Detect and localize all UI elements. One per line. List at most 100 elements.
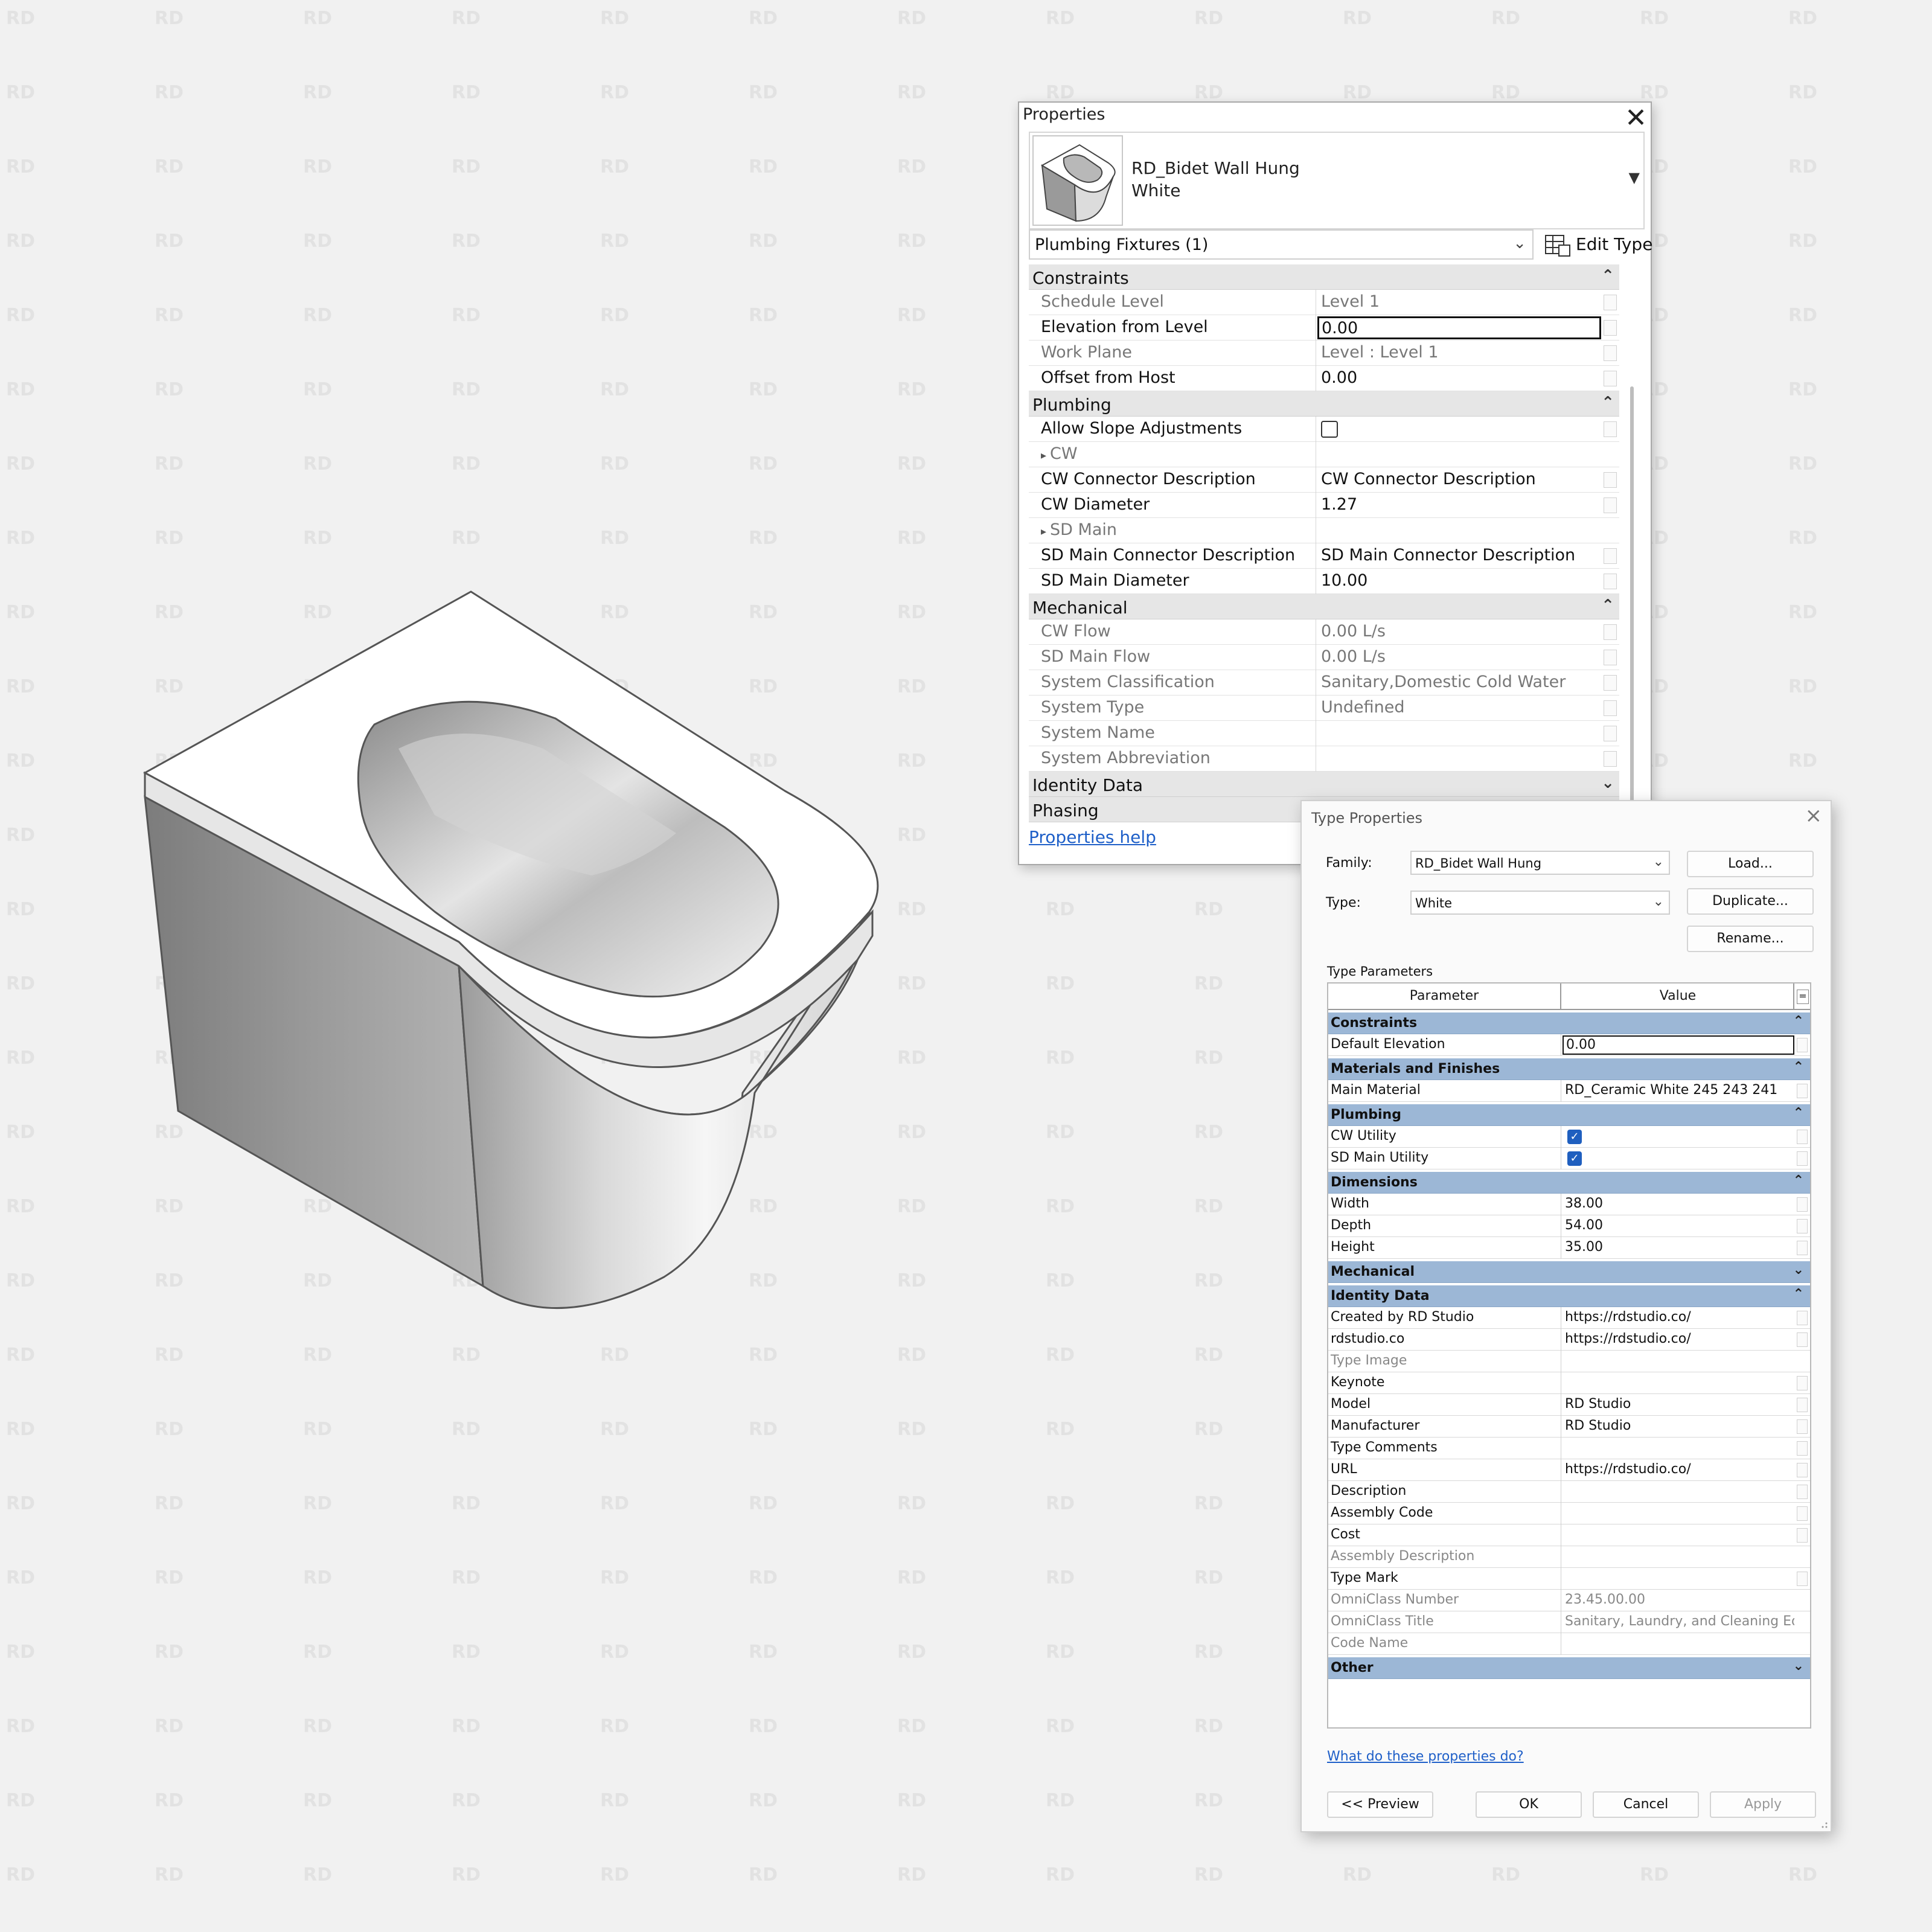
associate-parameter-button[interactable]: [1604, 726, 1617, 741]
type-group-header-dimensions[interactable]: Dimensions ⌃: [1328, 1172, 1810, 1194]
parameter-value[interactable]: [1563, 1481, 1794, 1503]
property-row-cw[interactable]: ▸ CW: [1029, 442, 1619, 467]
expand-triangle-icon[interactable]: ▸: [1041, 444, 1046, 467]
type-parameter-row-sd-main-utility[interactable]: SD Main Utility ✓: [1328, 1148, 1810, 1169]
property-row-allow-slope-adjustments[interactable]: Allow Slope Adjustments: [1029, 417, 1619, 442]
cancel-button[interactable]: Cancel: [1593, 1791, 1699, 1818]
parameter-value[interactable]: RD Studio: [1563, 1394, 1794, 1416]
property-row-system-abbreviation[interactable]: System Abbreviation: [1029, 746, 1619, 772]
collapse-chevron-icon[interactable]: ⌃: [1601, 394, 1614, 412]
type-parameter-row-main-material[interactable]: Main Material RD_Ceramic White 245 243 24…: [1328, 1080, 1810, 1102]
associate-parameter-button[interactable]: [1604, 574, 1617, 589]
associate-parameter-button[interactable]: [1797, 1572, 1808, 1586]
associate-parameter-button[interactable]: [1604, 295, 1617, 310]
associate-parameter-button[interactable]: [1604, 624, 1617, 640]
associate-parameter-button[interactable]: [1797, 1130, 1808, 1144]
parameter-value[interactable]: 0.00: [1563, 1035, 1794, 1055]
type-parameter-row-description[interactable]: Description: [1328, 1481, 1810, 1503]
type-parameter-row-type-image[interactable]: Type Image: [1328, 1351, 1810, 1372]
associate-parameter-button[interactable]: [1604, 675, 1617, 691]
type-parameter-row-width[interactable]: Width 38.00: [1328, 1194, 1810, 1215]
property-row-sd-main-diameter[interactable]: SD Main Diameter 10.00: [1029, 569, 1619, 594]
associate-parameter-button[interactable]: [1604, 700, 1617, 716]
type-selector[interactable]: RD_Bidet Wall Hung White ▼: [1029, 132, 1645, 229]
property-value[interactable]: [1317, 417, 1601, 442]
collapse-chevron-icon[interactable]: ⌃: [1793, 1014, 1804, 1029]
type-parameter-row-code-name[interactable]: Code Name: [1328, 1633, 1810, 1655]
expand-chevron-icon[interactable]: ⌄: [1793, 1262, 1804, 1278]
type-group-header-other[interactable]: Other ⌄: [1328, 1657, 1810, 1679]
type-group-header-mechanical[interactable]: Mechanical ⌄: [1328, 1261, 1810, 1283]
type-parameter-row-rdstudio-co[interactable]: rdstudio.co https://rdstudio.co/: [1328, 1329, 1810, 1351]
property-value[interactable]: SD Main Connector Description: [1317, 543, 1601, 569]
collapse-chevron-icon[interactable]: ⌃: [1793, 1287, 1804, 1302]
type-group-header-materials-and-finishes[interactable]: Materials and Finishes ⌃: [1328, 1058, 1810, 1080]
type-dropdown-arrow-icon[interactable]: ▼: [1629, 169, 1640, 186]
associate-parameter-button[interactable]: [1797, 1485, 1808, 1499]
property-row-cw-connector-description[interactable]: CW Connector Description CW Connector Des…: [1029, 467, 1619, 493]
type-parameter-row-type-mark[interactable]: Type Mark: [1328, 1568, 1810, 1590]
property-row-system-name[interactable]: System Name: [1029, 721, 1619, 746]
category-filter-dropdown[interactable]: Plumbing Fixtures (1) ⌄: [1029, 229, 1534, 260]
property-row-offset-from-host[interactable]: Offset from Host 0.00: [1029, 366, 1619, 391]
property-row-sd-main-connector-description[interactable]: SD Main Connector Description SD Main Con…: [1029, 543, 1619, 569]
type-parameter-row-height[interactable]: Height 35.00: [1328, 1237, 1810, 1259]
load-button[interactable]: Load...: [1687, 851, 1814, 877]
associate-parameter-button[interactable]: [1797, 1084, 1808, 1098]
type-group-header-plumbing[interactable]: Plumbing ⌃: [1328, 1104, 1810, 1126]
associate-parameter-button[interactable]: [1797, 1151, 1808, 1166]
type-parameter-row-assembly-description[interactable]: Assembly Description: [1328, 1546, 1810, 1568]
parameter-value[interactable]: ✓: [1563, 1148, 1794, 1169]
associate-parameter-button[interactable]: [1604, 472, 1617, 488]
property-value[interactable]: 0.00: [1317, 316, 1601, 339]
type-parameter-row-omniclass-title[interactable]: OmniClass Title Sanitary, Laundry, and Cl…: [1328, 1611, 1810, 1633]
collapse-chevron-icon[interactable]: ⌃: [1793, 1105, 1804, 1121]
associate-parameter-button[interactable]: [1604, 497, 1617, 513]
family-select[interactable]: RD_Bidet Wall Hung ⌄: [1410, 851, 1670, 875]
associate-parameter-button[interactable]: [1797, 1241, 1808, 1255]
associate-parameter-button[interactable]: [1797, 1219, 1808, 1233]
preview-button[interactable]: << Preview: [1327, 1791, 1433, 1818]
collapse-chevron-icon[interactable]: ⌃: [1601, 267, 1614, 285]
type-parameter-row-cost[interactable]: Cost: [1328, 1524, 1810, 1546]
group-header-identity-data[interactable]: Identity Data ⌄: [1029, 772, 1619, 797]
type-parameter-row-omniclass-number[interactable]: OmniClass Number 23.45.00.00: [1328, 1590, 1810, 1611]
properties-help-link[interactable]: Properties help: [1029, 827, 1156, 847]
associate-parameter-button[interactable]: [1797, 1463, 1808, 1477]
property-row-work-plane[interactable]: Work Plane Level : Level 1: [1029, 341, 1619, 366]
parameter-value[interactable]: [1563, 1372, 1794, 1394]
help-link[interactable]: What do these properties do?: [1327, 1749, 1524, 1764]
associate-parameter-button[interactable]: [1604, 371, 1617, 386]
checkbox[interactable]: [1321, 421, 1338, 438]
type-parameter-row-cw-utility[interactable]: CW Utility ✓: [1328, 1126, 1810, 1148]
expand-triangle-icon[interactable]: ▸: [1041, 520, 1046, 543]
property-row-cw-diameter[interactable]: CW Diameter 1.27: [1029, 493, 1619, 518]
property-value[interactable]: 10.00: [1317, 569, 1601, 594]
parameter-value[interactable]: https://rdstudio.co/: [1563, 1329, 1794, 1351]
sort-toggle-button[interactable]: =: [1797, 990, 1809, 1004]
checked-checkbox-icon[interactable]: ✓: [1567, 1130, 1582, 1144]
parameter-value[interactable]: RD Studio: [1563, 1416, 1794, 1438]
type-parameter-row-assembly-code[interactable]: Assembly Code: [1328, 1503, 1810, 1524]
property-value[interactable]: 0.00: [1317, 366, 1601, 391]
type-select[interactable]: White ⌄: [1410, 891, 1670, 915]
associate-parameter-button[interactable]: [1604, 548, 1617, 564]
type-group-header-constraints[interactable]: Constraints ⌃: [1328, 1012, 1810, 1034]
type-parameter-row-created-by-rd-studio[interactable]: Created by RD Studio https://rdstudio.co/: [1328, 1307, 1810, 1329]
associate-parameter-button[interactable]: [1604, 751, 1617, 767]
property-value[interactable]: CW Connector Description: [1317, 467, 1601, 493]
parameter-value[interactable]: https://rdstudio.co/: [1563, 1307, 1794, 1329]
parameter-value[interactable]: [1563, 1568, 1794, 1590]
column-header-value[interactable]: Value: [1563, 984, 1794, 1010]
parameter-value[interactable]: ✓: [1563, 1126, 1794, 1148]
apply-button[interactable]: Apply: [1710, 1791, 1816, 1818]
associate-parameter-button[interactable]: [1797, 1441, 1808, 1456]
associate-parameter-button[interactable]: [1797, 1376, 1808, 1390]
associate-parameter-button[interactable]: [1604, 650, 1617, 665]
property-row-system-type[interactable]: System Type Undefined: [1029, 696, 1619, 721]
associate-parameter-button[interactable]: [1797, 1398, 1808, 1412]
rename-button[interactable]: Rename...: [1687, 926, 1814, 952]
property-value[interactable]: 1.27: [1317, 493, 1601, 518]
type-parameter-row-manufacturer[interactable]: Manufacturer RD Studio: [1328, 1416, 1810, 1438]
associate-parameter-button[interactable]: [1797, 1197, 1808, 1212]
